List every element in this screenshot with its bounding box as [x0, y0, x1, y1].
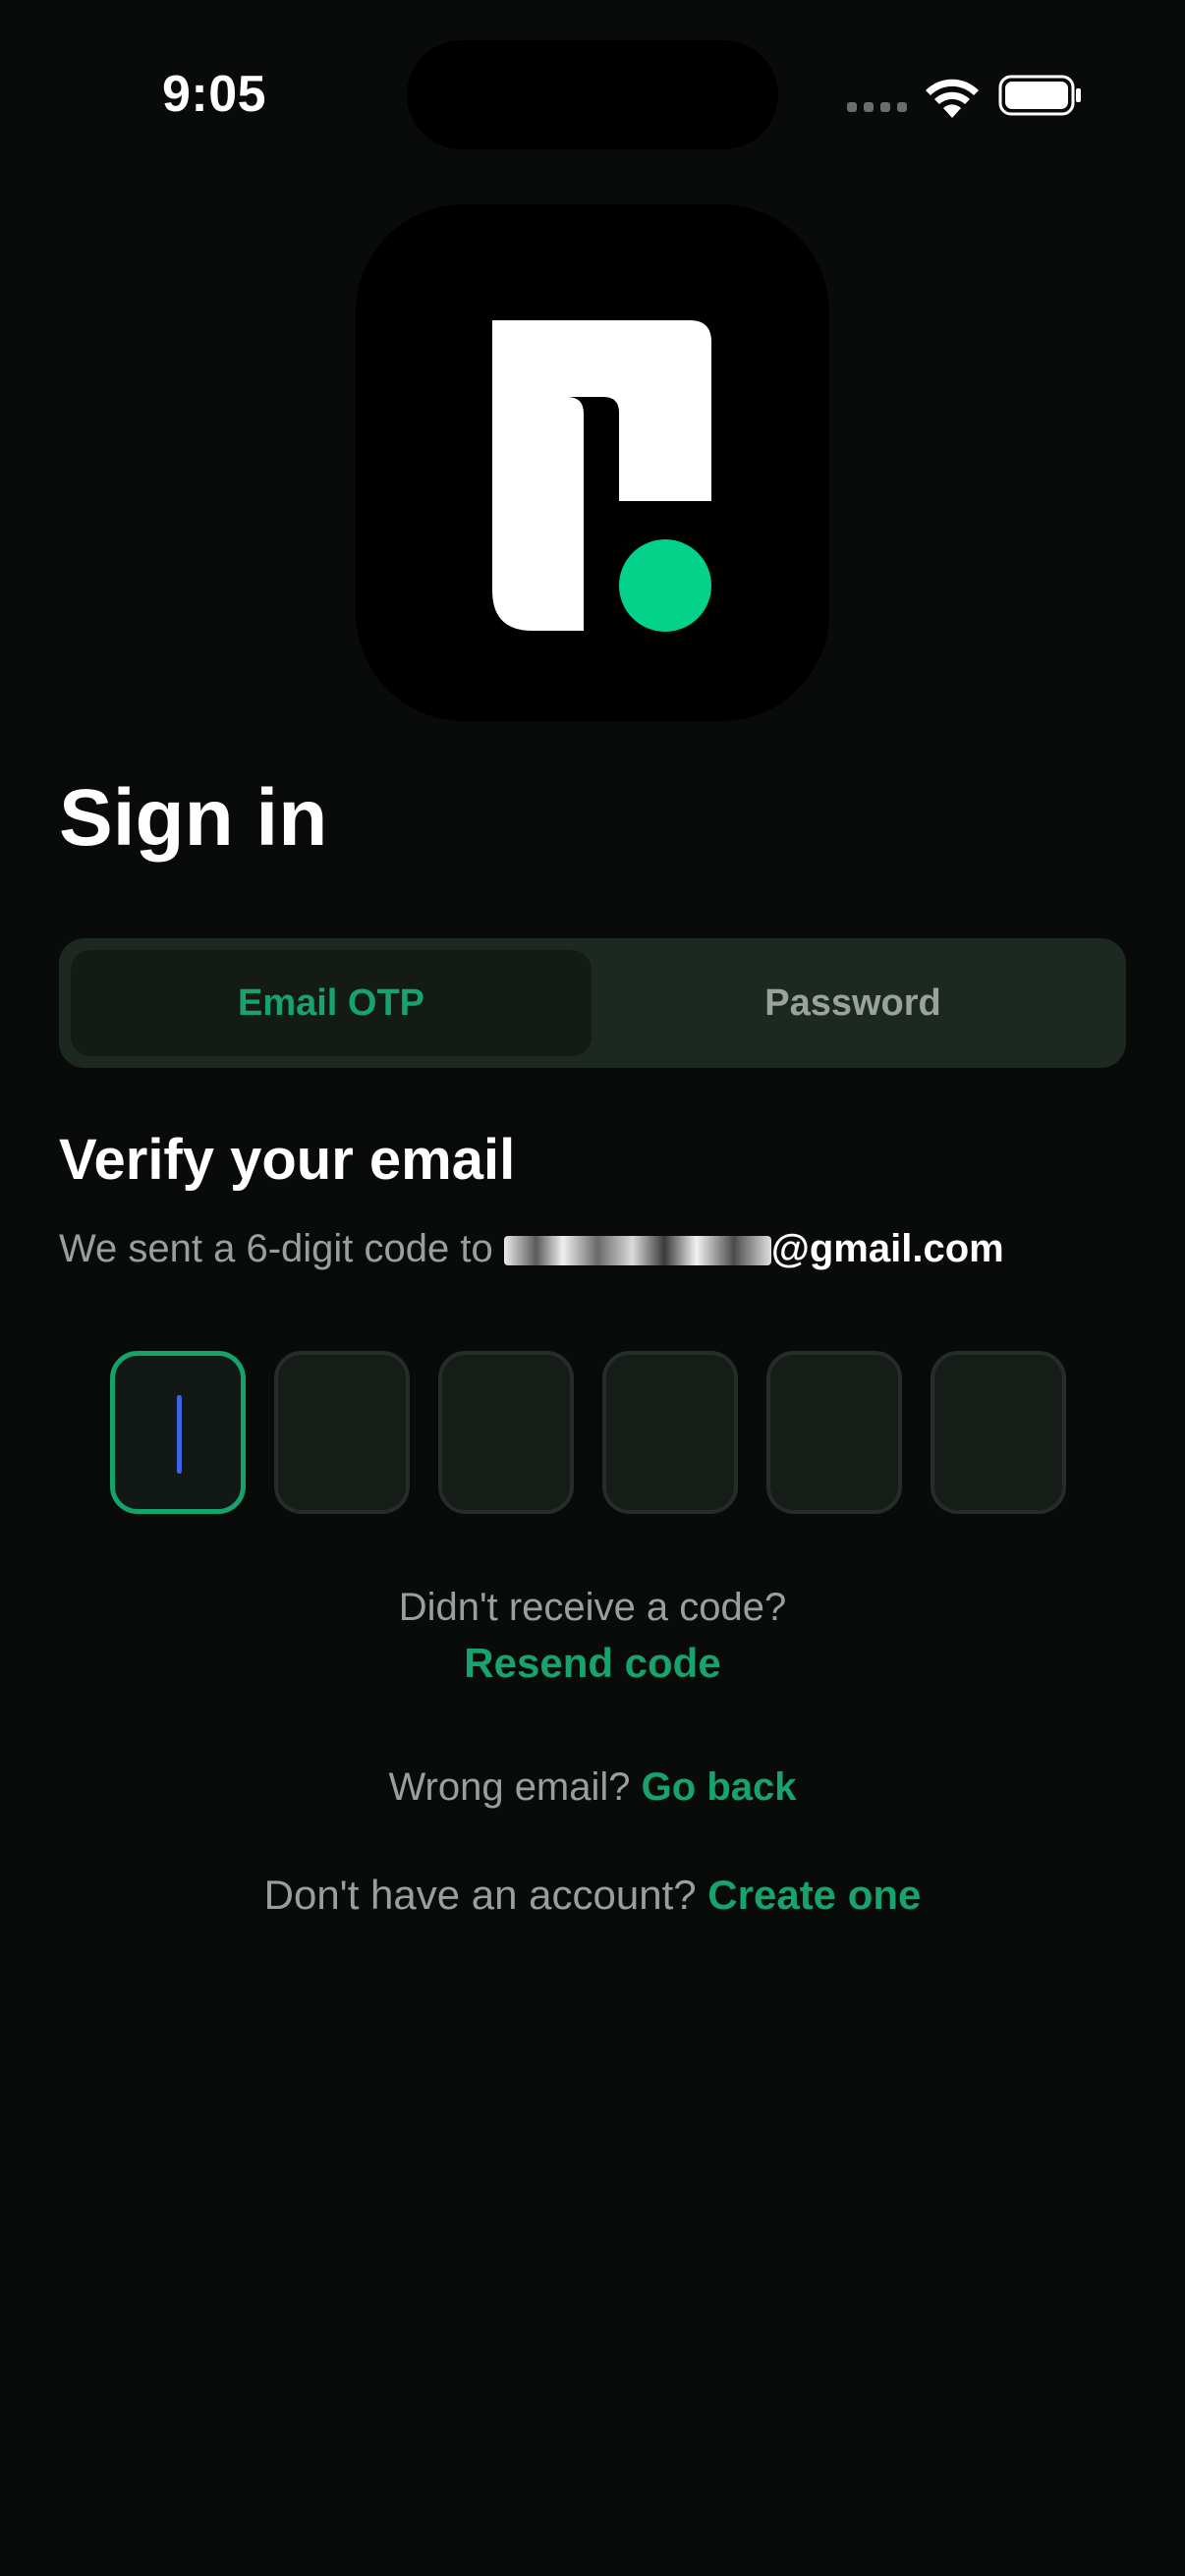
wrong-email-line: Wrong email? Go back — [0, 1765, 1185, 1810]
tab-password[interactable]: Password — [592, 938, 1113, 1068]
code-sent-prefix: We sent a 6-digit code to — [59, 1227, 504, 1270]
masked-email-address: @gmail.com — [503, 1227, 1004, 1270]
app-logo — [356, 204, 829, 721]
otp-digit-3[interactable] — [438, 1351, 574, 1514]
create-account-link[interactable]: Create one — [707, 1872, 921, 1918]
app-logo-icon — [492, 320, 711, 632]
otp-digit-4[interactable] — [602, 1351, 738, 1514]
wrong-email-prompt: Wrong email? — [388, 1765, 631, 1809]
tab-email-otp[interactable]: Email OTP — [71, 938, 592, 1068]
otp-digit-5[interactable] — [766, 1351, 902, 1514]
signup-line: Don't have an account? Create one — [0, 1872, 1185, 1919]
otp-digit-2[interactable] — [274, 1351, 410, 1514]
dynamic-island — [407, 40, 778, 149]
status-time: 9:05 — [162, 66, 267, 123]
otp-input-group — [110, 1351, 1066, 1514]
otp-digit-1[interactable] — [110, 1351, 246, 1514]
auth-mode-switch: Email OTP Password — [59, 938, 1126, 1068]
resend-code-link[interactable]: Resend code — [0, 1640, 1185, 1687]
wifi-icon — [924, 75, 981, 118]
go-back-link[interactable]: Go back — [642, 1765, 797, 1809]
page-title: Sign in — [59, 773, 328, 863]
battery-icon — [998, 75, 1083, 116]
cellular-signal-icon — [847, 102, 907, 112]
signup-prompt: Don't have an account? — [263, 1872, 697, 1918]
verify-heading: Verify your email — [59, 1128, 516, 1192]
text-caret — [177, 1395, 182, 1474]
resend-prompt: Didn't receive a code? — [398, 1586, 787, 1629]
otp-digit-6[interactable] — [931, 1351, 1066, 1514]
code-sent-message: We sent a 6-digit code to @gmail.com — [59, 1227, 1004, 1271]
email-domain: @gmail.com — [770, 1227, 1004, 1270]
